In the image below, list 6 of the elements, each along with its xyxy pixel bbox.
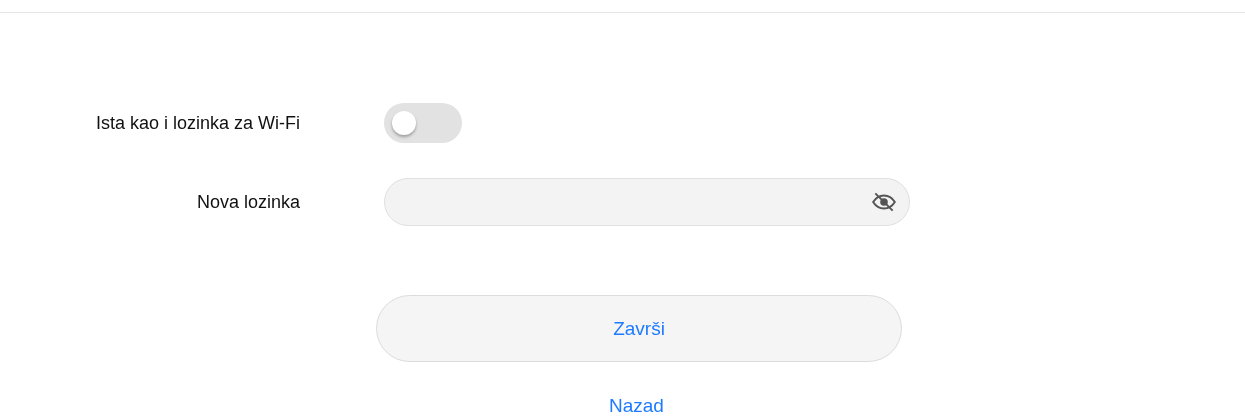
finish-button[interactable]: Završi bbox=[376, 295, 902, 362]
password-label: Nova lozinka bbox=[196, 191, 300, 213]
toggle-label: Ista kao i lozinka za Wi-Fi bbox=[95, 112, 300, 134]
back-link[interactable]: Nazad bbox=[609, 395, 664, 417]
toggle-switch[interactable] bbox=[384, 103, 462, 143]
password-field[interactable] bbox=[384, 178, 910, 226]
